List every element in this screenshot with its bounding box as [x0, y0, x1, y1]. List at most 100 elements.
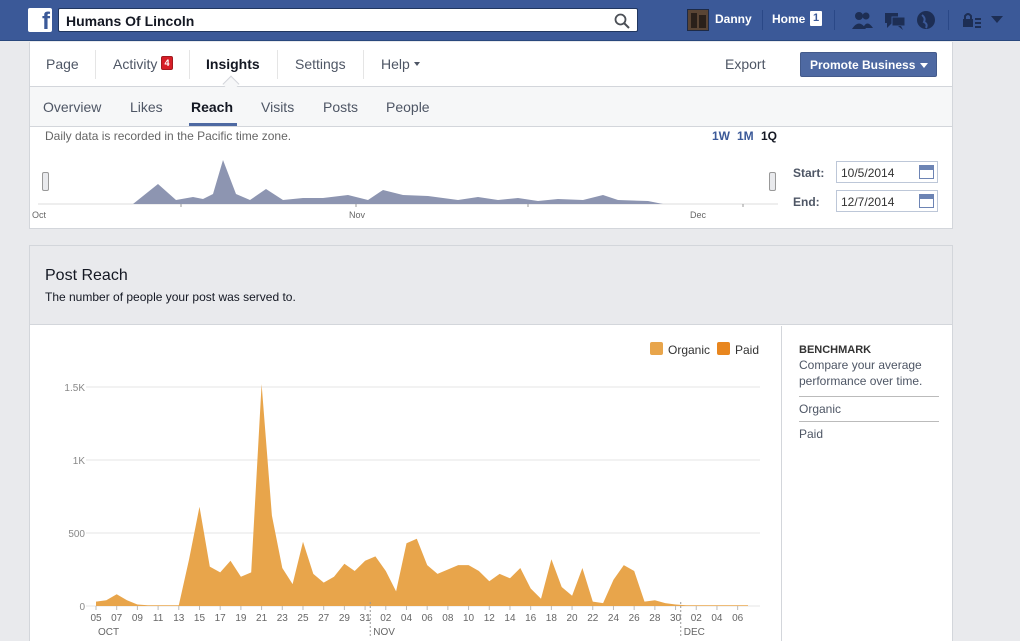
x-tick-label: 06 — [422, 613, 434, 624]
x-tick-label: 04 — [401, 613, 413, 624]
export-button[interactable]: Export — [725, 56, 765, 72]
y-tick-label: 1K — [73, 456, 86, 467]
timezone-note: Daily data is recorded in the Pacific ti… — [45, 129, 292, 143]
x-tick-label: 30 — [670, 613, 682, 624]
subtab-overview[interactable]: Overview — [43, 99, 101, 115]
x-tick-label: 04 — [711, 613, 723, 624]
tab-page[interactable]: Page — [46, 56, 79, 72]
legend-swatch-organic[interactable] — [650, 342, 663, 355]
legend-label-organic[interactable]: Organic — [668, 343, 710, 357]
end-date-field[interactable]: 12/7/2014 — [836, 190, 938, 212]
x-tick-label: 22 — [587, 613, 599, 624]
home-link[interactable]: Home — [772, 12, 805, 26]
x-tick-label: 15 — [194, 613, 206, 624]
legend-swatch-paid[interactable] — [717, 342, 730, 355]
range-end-handle[interactable] — [769, 172, 776, 191]
start-date-value: 10/5/2014 — [841, 166, 895, 180]
x-tick-label: 08 — [442, 613, 454, 624]
x-tick-label: 23 — [277, 613, 289, 624]
timeline-month-label: Dec — [690, 210, 707, 220]
y-tick-label: 0 — [79, 602, 85, 613]
subtab-likes[interactable]: Likes — [130, 99, 163, 115]
facebook-logo-icon[interactable]: f — [28, 8, 52, 32]
notifications-globe-icon[interactable] — [914, 9, 938, 31]
activity-badge: 4 — [161, 56, 173, 70]
legend-label-paid[interactable]: Paid — [735, 343, 759, 357]
x-tick-label: 17 — [215, 613, 227, 624]
tab-settings[interactable]: Settings — [295, 56, 346, 72]
benchmark-description: Compare your average performance over ti… — [799, 358, 923, 388]
post-reach-chart[interactable]: 0 500 1K 1.5K 05 07 09 11 13 15 17 19 21 23 25 27 29 31 02… — [30, 370, 780, 641]
timeline-month-label: Oct — [32, 210, 47, 220]
date-range-timeline: Daily data is recorded in the Pacific ti… — [29, 127, 953, 229]
range-1m-button[interactable]: 1M — [737, 129, 754, 143]
search-icon[interactable] — [613, 12, 631, 30]
x-tick-label: 31 — [360, 613, 372, 624]
home-count-badge: 1 — [810, 11, 822, 26]
x-tick-label: 11 — [153, 613, 164, 624]
tab-activity[interactable]: Activity — [113, 56, 157, 72]
month-label: DEC — [684, 627, 705, 638]
series-area-organic — [96, 384, 748, 606]
x-tick-label: 28 — [649, 613, 661, 624]
help-caret-icon[interactable] — [414, 62, 420, 66]
range-1w-button[interactable]: 1W — [712, 129, 730, 143]
privacy-shortcuts-icon[interactable] — [960, 9, 984, 31]
post-reach-title: Post Reach — [45, 267, 128, 284]
page-nav: Page Activity 4 Insights Settings Help E… — [29, 42, 953, 93]
calendar-icon[interactable] — [919, 165, 934, 179]
messages-icon[interactable] — [883, 9, 907, 31]
promote-business-label: Promote Business — [810, 58, 916, 72]
friend-requests-icon[interactable] — [850, 9, 874, 31]
x-tick-label: 25 — [297, 613, 309, 624]
timeline-sparkline[interactable] — [38, 152, 778, 212]
timeline-area — [133, 160, 663, 204]
x-tick-label: 05 — [90, 613, 102, 624]
benchmark-divider — [799, 396, 939, 397]
tab-help[interactable]: Help — [381, 56, 410, 72]
timeline-month-label: Nov — [349, 210, 366, 220]
start-date-field[interactable]: 10/5/2014 — [836, 161, 938, 183]
subtab-people[interactable]: People — [386, 99, 430, 115]
x-tick-label: 19 — [235, 613, 247, 624]
benchmark-organic-option[interactable]: Organic — [799, 402, 841, 416]
nav-divider — [948, 10, 949, 30]
x-tick-label: 10 — [463, 613, 475, 624]
end-date-value: 12/7/2014 — [841, 195, 895, 209]
x-tick-label: 24 — [608, 613, 620, 624]
nav-divider — [762, 10, 763, 30]
account-caret-icon[interactable] — [991, 16, 1003, 23]
x-tick-label: 26 — [629, 613, 641, 624]
y-tick-label: 500 — [68, 529, 85, 540]
x-tick-label: 02 — [380, 613, 392, 624]
end-date-label: End: — [793, 195, 820, 209]
calendar-icon[interactable] — [919, 194, 934, 208]
subtab-reach[interactable]: Reach — [191, 99, 233, 115]
x-tick-label: 20 — [567, 613, 579, 624]
x-tick-label: 02 — [691, 613, 703, 624]
avatar[interactable] — [687, 9, 709, 31]
tab-divider — [277, 50, 278, 79]
promote-business-button[interactable]: Promote Business — [800, 52, 937, 77]
benchmark-paid-option[interactable]: Paid — [799, 427, 823, 441]
top-bar: f Humans Of Lincoln Danny Home 1 — [0, 0, 1020, 41]
month-label: NOV — [373, 627, 395, 638]
start-date-label: Start: — [793, 166, 825, 180]
x-tick-label: 16 — [525, 613, 537, 624]
tab-divider — [95, 50, 96, 79]
x-tick-label: 06 — [732, 613, 744, 624]
x-tick-label: 09 — [132, 613, 144, 624]
post-reach-subtitle: The number of people your post was serve… — [45, 290, 296, 304]
user-name-link[interactable]: Danny — [715, 12, 752, 26]
benchmark-title: BENCHMARK — [799, 344, 872, 356]
subtab-visits[interactable]: Visits — [261, 99, 294, 115]
x-tick-label: 07 — [111, 613, 123, 624]
search-input[interactable]: Humans Of Lincoln — [58, 8, 638, 32]
x-tick-label: 18 — [546, 613, 558, 624]
tab-divider — [363, 50, 364, 79]
chevron-down-icon — [920, 63, 928, 68]
tab-insights[interactable]: Insights — [206, 56, 260, 72]
subtab-posts[interactable]: Posts — [323, 99, 358, 115]
range-start-handle[interactable] — [42, 172, 49, 191]
range-1q-button[interactable]: 1Q — [761, 129, 777, 143]
